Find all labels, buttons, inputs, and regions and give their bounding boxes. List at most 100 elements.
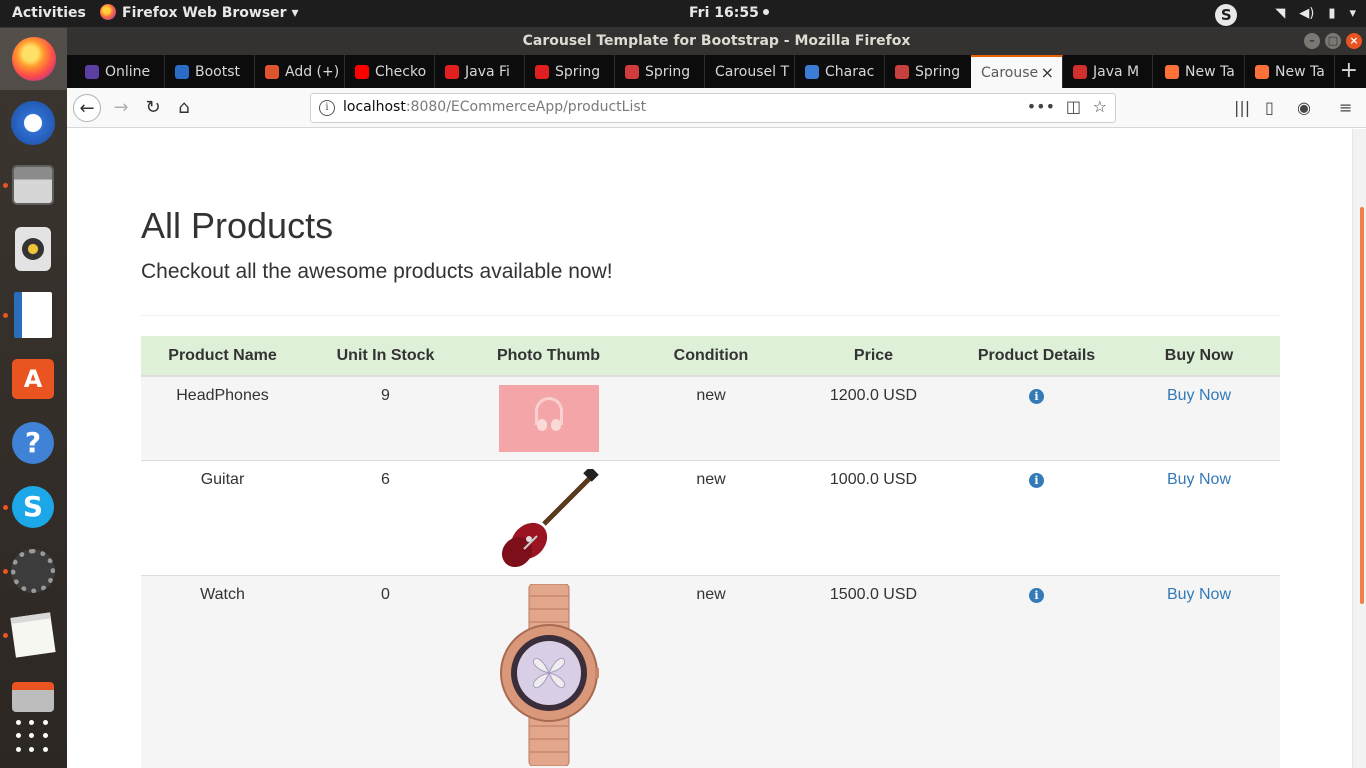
dock-skype[interactable]: S: [9, 483, 57, 531]
header-unit-in-stock: Unit In Stock: [304, 336, 467, 377]
new-tab-button[interactable]: +: [1340, 59, 1358, 83]
window-titlebar[interactable]: Carousel Template for Bootstrap - Mozill…: [67, 27, 1366, 55]
browser-tab[interactable]: Add (+): [255, 55, 345, 88]
tab-label: Online: [105, 63, 151, 80]
price: 1500.0 USD: [792, 574, 955, 768]
browser-tab[interactable]: New Ta: [1245, 55, 1335, 88]
tab-active[interactable]: Carouse ×: [971, 55, 1063, 88]
system-tray[interactable]: S ◥ ◀) ▮ ▾: [1215, 0, 1356, 27]
page-scrollbar[interactable]: [1352, 129, 1366, 768]
browser-tab[interactable]: Bootst: [165, 55, 255, 88]
dock-text-editor[interactable]: [9, 611, 57, 659]
dock-thunderbird[interactable]: [9, 99, 57, 147]
buy-now-link[interactable]: Buy Now: [1167, 387, 1231, 404]
bookmark-star-icon[interactable]: ☆: [1093, 97, 1107, 116]
product-details-cell: i: [955, 375, 1118, 460]
dock: A ? S: [0, 27, 67, 768]
home-button[interactable]: ⌂: [170, 94, 198, 122]
sidebar-icon[interactable]: ▯: [1265, 98, 1274, 117]
browser-tab[interactable]: Carousel T: [705, 55, 795, 88]
price: 1200.0 USD: [792, 375, 955, 460]
forward-button[interactable]: →: [107, 94, 135, 122]
running-indicator: [3, 633, 8, 638]
photo-thumb-cell: [467, 459, 630, 575]
page-content: All Products Checkout all the awesome pr…: [67, 129, 1366, 768]
help-icon: ?: [12, 422, 54, 464]
price: 1000.0 USD: [792, 459, 955, 575]
scrollbar-thumb[interactable]: [1360, 207, 1364, 604]
browser-tab[interactable]: Charac: [795, 55, 885, 88]
header-price: Price: [792, 336, 955, 377]
close-tab-icon[interactable]: ×: [1041, 63, 1054, 82]
condition: new: [630, 459, 792, 575]
system-top-bar: Activities Firefox Web Browser ▾ Fri 16:…: [0, 0, 1366, 27]
photo-thumb-cell: [467, 574, 630, 768]
info-icon[interactable]: i: [1029, 389, 1044, 404]
java-ee-ide-icon: [11, 549, 55, 593]
chevron-down-icon[interactable]: ▾: [1349, 0, 1356, 27]
minimize-button[interactable]: –: [1304, 33, 1320, 49]
dock-writer[interactable]: [9, 291, 57, 339]
product-details-cell: i: [955, 459, 1118, 575]
app-menu-label: Firefox Web Browser: [122, 5, 287, 21]
buy-now-link[interactable]: Buy Now: [1167, 471, 1231, 488]
info-icon[interactable]: i: [1029, 587, 1044, 603]
show-applications-button[interactable]: [9, 713, 57, 761]
hamburger-menu-icon[interactable]: ≡: [1339, 98, 1352, 117]
browser-tab[interactable]: New Ta: [1155, 55, 1245, 88]
dock-files[interactable]: [9, 161, 57, 209]
header-condition: Condition: [630, 336, 792, 377]
tab-favicon-icon: [175, 64, 189, 79]
wifi-icon[interactable]: ◥: [1275, 0, 1285, 27]
printer-icon: [12, 682, 54, 712]
browser-tab[interactable]: Spring: [885, 55, 975, 88]
battery-icon[interactable]: ▮: [1328, 0, 1335, 27]
dock-rhythmbox[interactable]: [9, 225, 57, 273]
firefox-icon: [100, 4, 116, 20]
maximize-button[interactable]: □: [1325, 33, 1341, 49]
clock[interactable]: Fri 16:55: [689, 0, 769, 27]
browser-tab[interactable]: Online: [75, 55, 165, 88]
photo-thumb-cell: [467, 375, 630, 460]
library-icon[interactable]: |||: [1234, 98, 1250, 117]
back-button[interactable]: ←: [73, 94, 101, 122]
product-details-cell: i: [955, 574, 1118, 768]
dock-help[interactable]: ?: [9, 419, 57, 467]
close-window-button[interactable]: ×: [1346, 33, 1362, 49]
rhythmbox-icon: [15, 227, 51, 271]
app-menu[interactable]: Firefox Web Browser ▾: [100, 0, 298, 27]
site-info-icon[interactable]: i: [319, 100, 335, 116]
info-icon[interactable]: i: [1029, 472, 1044, 488]
reload-button[interactable]: ↻: [139, 94, 167, 122]
tab-favicon-icon: [445, 64, 459, 79]
pocket-icon[interactable]: ◫: [1066, 97, 1081, 116]
tab-label: Carouse: [981, 64, 1039, 81]
dock-firefox[interactable]: [0, 28, 67, 90]
unit-in-stock: 9: [304, 375, 467, 460]
buy-now-link[interactable]: Buy Now: [1167, 586, 1231, 603]
browser-tab[interactable]: Checko: [345, 55, 435, 88]
account-icon[interactable]: ◉: [1297, 98, 1311, 117]
dock-java-ee-ide[interactable]: [9, 547, 57, 595]
url-bar[interactable]: i localhost:8080/ECommerceApp/productLis…: [310, 93, 1116, 123]
buy-now-cell: Buy Now: [1118, 375, 1280, 460]
tab-favicon-icon: [355, 64, 369, 79]
header-product-details: Product Details: [955, 336, 1118, 377]
url-text[interactable]: localhost:8080/ECommerceApp/productList: [343, 99, 646, 115]
browser-tab[interactable]: Spring: [615, 55, 705, 88]
browser-tab[interactable]: Java M: [1063, 55, 1153, 88]
tab-favicon-icon: [1073, 64, 1087, 79]
products-table: Product Name Unit In Stock Photo Thumb C…: [141, 336, 1280, 768]
running-indicator: [3, 569, 8, 574]
skype-tray-icon[interactable]: S: [1215, 3, 1238, 26]
software-center-icon: A: [12, 359, 54, 399]
activities-button[interactable]: Activities: [12, 0, 86, 27]
dock-software[interactable]: A: [9, 355, 57, 403]
headphones-photo: [498, 385, 599, 452]
browser-tab[interactable]: Spring: [525, 55, 615, 88]
browser-tab[interactable]: Java Fi: [435, 55, 525, 88]
page-actions-icon[interactable]: •••: [1027, 97, 1055, 116]
header-product-name: Product Name: [141, 336, 304, 377]
volume-icon[interactable]: ◀): [1299, 0, 1314, 27]
page-lead: Checkout all the awesome products availa…: [141, 260, 613, 283]
